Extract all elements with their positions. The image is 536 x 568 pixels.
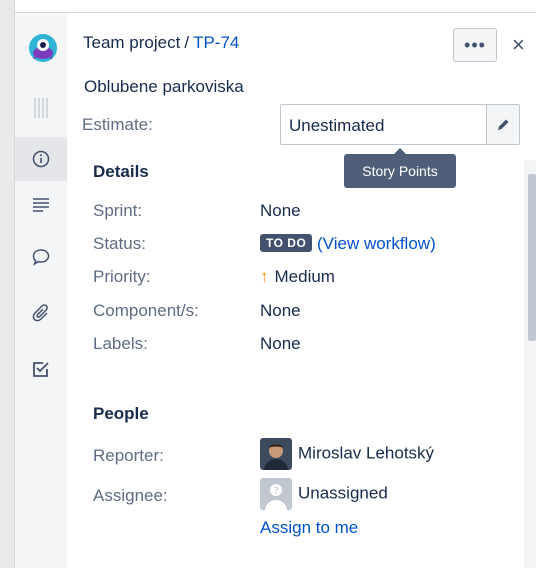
status-value: TO DO (View workflow) <box>260 234 436 254</box>
side-rail <box>15 13 67 568</box>
pencil-icon[interactable] <box>486 105 519 144</box>
checklist-icon[interactable] <box>15 347 67 391</box>
close-button[interactable]: × <box>512 32 525 58</box>
left-border <box>0 0 15 568</box>
components-value[interactable]: None <box>260 301 301 321</box>
estimate-label: Estimate: <box>82 115 153 134</box>
breadcrumb-separator: / <box>184 33 190 52</box>
priority-label: Priority: <box>93 267 151 286</box>
info-icon[interactable] <box>15 137 67 181</box>
breadcrumb-project[interactable]: Team project <box>83 33 180 52</box>
app-logo-icon[interactable] <box>29 34 57 62</box>
assign-to-me-link[interactable]: Assign to me <box>260 518 358 538</box>
reporter-avatar <box>260 438 292 470</box>
unassigned-avatar-icon: ? <box>260 478 292 510</box>
priority-text: Medium <box>274 267 335 286</box>
reporter-label: Reporter: <box>93 446 164 465</box>
breadcrumb: Team project / TP-74 <box>83 33 239 53</box>
details-heading: Details <box>93 162 149 181</box>
priority-value[interactable]: ↑ Medium <box>260 267 335 287</box>
labels-value[interactable]: None <box>260 334 301 354</box>
reporter-name: Miroslav Lehotský <box>298 443 435 463</box>
status-label: Status: <box>93 234 146 253</box>
arrow-up-icon: ↑ <box>260 267 269 286</box>
assignee-name: Unassigned <box>298 483 388 503</box>
svg-text:?: ? <box>273 486 278 497</box>
status-lozenge[interactable]: TO DO <box>260 234 313 252</box>
view-workflow-link[interactable]: (View workflow) <box>317 234 436 253</box>
labels-label: Labels: <box>93 334 148 353</box>
issue-key-link[interactable]: TP-74 <box>193 33 239 52</box>
estimate-value[interactable]: Unestimated <box>289 116 384 136</box>
assignee-value[interactable]: ? Unassigned <box>260 478 388 510</box>
sprint-label: Sprint: <box>93 201 143 220</box>
story-points-tooltip: Story Points <box>344 148 456 188</box>
sprint-value[interactable]: None <box>260 201 301 221</box>
reporter-value[interactable]: Miroslav Lehotský <box>260 438 434 470</box>
comment-icon[interactable] <box>15 235 67 279</box>
scrollbar-thumb[interactable] <box>528 174 536 341</box>
assignee-label: Assignee: <box>93 486 168 505</box>
issue-summary[interactable]: Oblubene parkoviska <box>84 77 244 97</box>
more-actions-button[interactable]: ••• <box>453 28 497 62</box>
estimate-field[interactable]: Unestimated <box>280 104 520 145</box>
description-icon[interactable] <box>15 183 67 227</box>
drag-handle-icon[interactable] <box>15 86 67 130</box>
attachment-icon[interactable] <box>15 291 67 335</box>
top-border <box>0 0 536 13</box>
components-label: Component/s: <box>93 301 199 320</box>
people-heading: People <box>93 404 149 423</box>
